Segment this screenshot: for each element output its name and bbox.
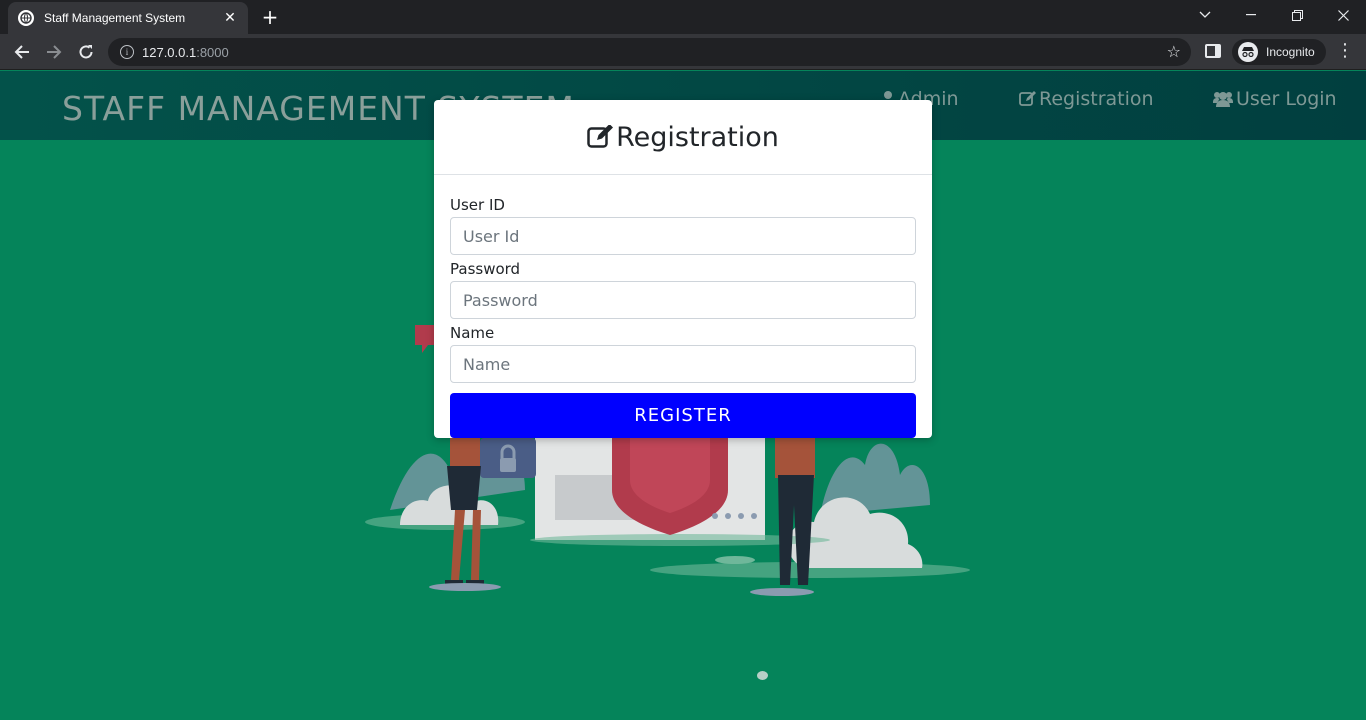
- address-bar[interactable]: i 127.0.0.1:8000 ☆: [108, 38, 1191, 66]
- name-input[interactable]: [450, 345, 916, 383]
- registration-modal: Registration User ID Password Name REGIS…: [434, 100, 932, 438]
- edit-icon: [587, 125, 614, 148]
- incognito-icon: [1238, 42, 1258, 62]
- user-id-label: User ID: [450, 196, 505, 214]
- registration-form: User ID Password Name REGISTER: [434, 175, 932, 438]
- info-icon[interactable]: i: [120, 45, 134, 59]
- window-close-button[interactable]: [1320, 0, 1366, 30]
- browser-tab[interactable]: Staff Management System ✕: [8, 2, 248, 34]
- url-port: :8000: [196, 44, 229, 60]
- nav-registration[interactable]: Registration: [1019, 88, 1154, 110]
- modal-header: Registration: [434, 100, 932, 175]
- chevron-down-icon[interactable]: [1182, 0, 1228, 30]
- star-icon[interactable]: ☆: [1167, 42, 1181, 61]
- register-button[interactable]: REGISTER: [450, 393, 916, 438]
- incognito-label: Incognito: [1266, 45, 1315, 59]
- name-label: Name: [450, 324, 495, 342]
- more-vert-icon[interactable]: ⋮: [1336, 42, 1354, 60]
- url-host: 127.0.0.1: [142, 44, 197, 60]
- browser-toolbar: i 127.0.0.1:8000 ☆ Incognito ⋮: [0, 34, 1366, 70]
- nav-registration-label: Registration: [1039, 88, 1154, 110]
- new-tab-button[interactable]: +: [258, 6, 282, 30]
- carousel-indicator[interactable]: [757, 671, 768, 680]
- nav-user-login-label: User Login: [1236, 88, 1337, 110]
- back-button[interactable]: [9, 39, 35, 65]
- tab-title: Staff Management System: [44, 11, 186, 25]
- side-panel-icon[interactable]: [1205, 44, 1221, 58]
- minimize-button[interactable]: [1228, 0, 1274, 30]
- browser-tab-bar: Staff Management System ✕ +: [0, 0, 1366, 34]
- reload-button[interactable]: [73, 39, 99, 65]
- forward-button[interactable]: [41, 39, 67, 65]
- incognito-indicator[interactable]: Incognito: [1232, 39, 1326, 65]
- window-controls: [1182, 0, 1366, 34]
- modal-title: Registration: [587, 122, 779, 153]
- modal-title-text: Registration: [616, 121, 779, 153]
- users-icon: [1213, 92, 1233, 107]
- user-id-input[interactable]: [450, 217, 916, 255]
- restore-button[interactable]: [1274, 0, 1320, 30]
- globe-icon: [18, 10, 34, 26]
- close-icon[interactable]: ✕: [222, 10, 238, 26]
- password-label: Password: [450, 260, 521, 278]
- edit-icon: [1019, 91, 1036, 106]
- password-input[interactable]: [450, 281, 916, 319]
- nav-user-login[interactable]: User Login: [1213, 88, 1337, 110]
